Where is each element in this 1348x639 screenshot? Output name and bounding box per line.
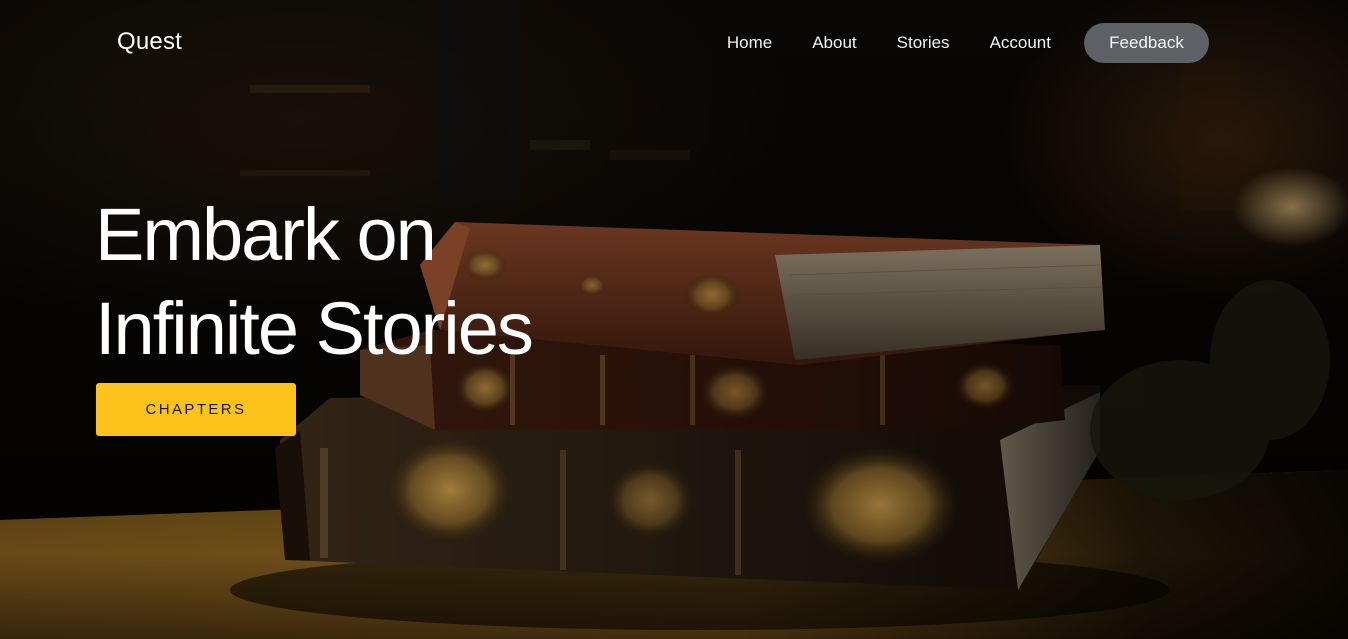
hero-section: Quest Home About Stories Account Feedbac…: [0, 0, 1348, 639]
nav-link-stories[interactable]: Stories: [897, 33, 950, 53]
top-navbar: Quest Home About Stories Account Feedbac…: [0, 0, 1348, 86]
chapters-button[interactable]: CHAPTERS: [96, 383, 296, 436]
hero-headline-line-1: Embark on: [95, 193, 437, 276]
feedback-button[interactable]: Feedback: [1084, 23, 1209, 63]
brand-logo-text[interactable]: Quest: [117, 28, 182, 56]
nav-link-home[interactable]: Home: [727, 33, 772, 53]
nav-link-about[interactable]: About: [812, 33, 856, 53]
hero-headline: Embark on Infinite Stories: [95, 188, 534, 376]
nav-link-account[interactable]: Account: [990, 33, 1051, 53]
nav-links: Home About Stories Account Feedback: [727, 23, 1209, 63]
hero-headline-line-2: Infinite Stories: [95, 287, 534, 370]
